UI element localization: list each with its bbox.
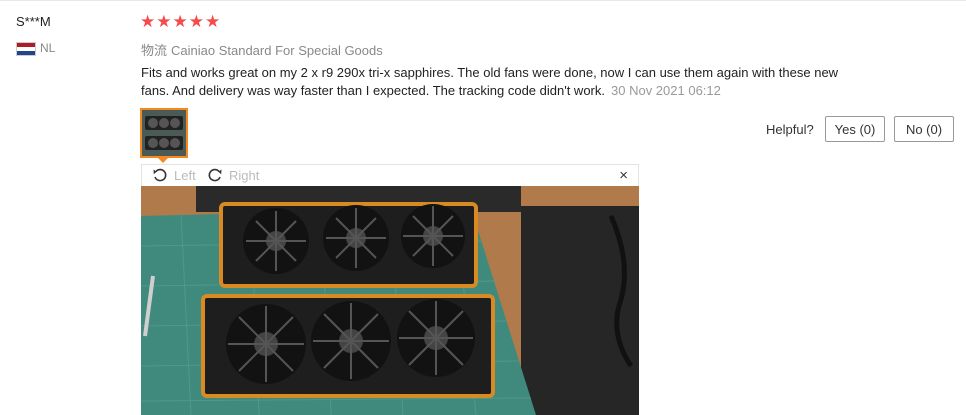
reviewer-name: S***M <box>16 14 51 29</box>
gpu-photo-image <box>141 186 639 415</box>
logistics-prefix: 物流 <box>141 43 168 58</box>
logistics-info: 物流 Cainiao Standard For Special Goods <box>141 40 383 59</box>
top-divider <box>0 0 966 1</box>
rotate-left-label: Left <box>174 167 196 183</box>
review-photo-enlarged <box>141 186 639 415</box>
rotate-right-button[interactable]: Right <box>207 167 259 183</box>
review-body: Fits and works great on my 2 x r9 290x t… <box>141 64 861 100</box>
image-viewer-toolbar: Left Right × <box>141 164 639 186</box>
logistics-method: Cainiao Standard For Special Goods <box>171 43 383 58</box>
review-date: 30 Nov 2021 06:12 <box>611 83 721 98</box>
helpful-no-button[interactable]: No (0) <box>894 116 954 142</box>
close-icon[interactable]: × <box>619 167 628 184</box>
rotate-left-button[interactable]: Left <box>152 167 196 183</box>
rotate-left-icon <box>153 168 167 182</box>
review-text: Fits and works great on my 2 x r9 290x t… <box>141 65 839 98</box>
rotate-right-icon <box>208 168 222 182</box>
reviewer-country: NL <box>40 41 56 55</box>
thumbnail-pointer <box>157 157 169 163</box>
thumbnail-image <box>142 110 186 156</box>
star-rating: ★★★★★ <box>140 12 222 31</box>
rotate-right-label: Right <box>229 167 260 183</box>
helpful-yes-button[interactable]: Yes (0) <box>825 116 885 142</box>
netherlands-flag-icon <box>16 42 36 56</box>
review-photo-thumbnail[interactable] <box>140 108 188 158</box>
helpful-label: Helpful? <box>766 122 814 137</box>
